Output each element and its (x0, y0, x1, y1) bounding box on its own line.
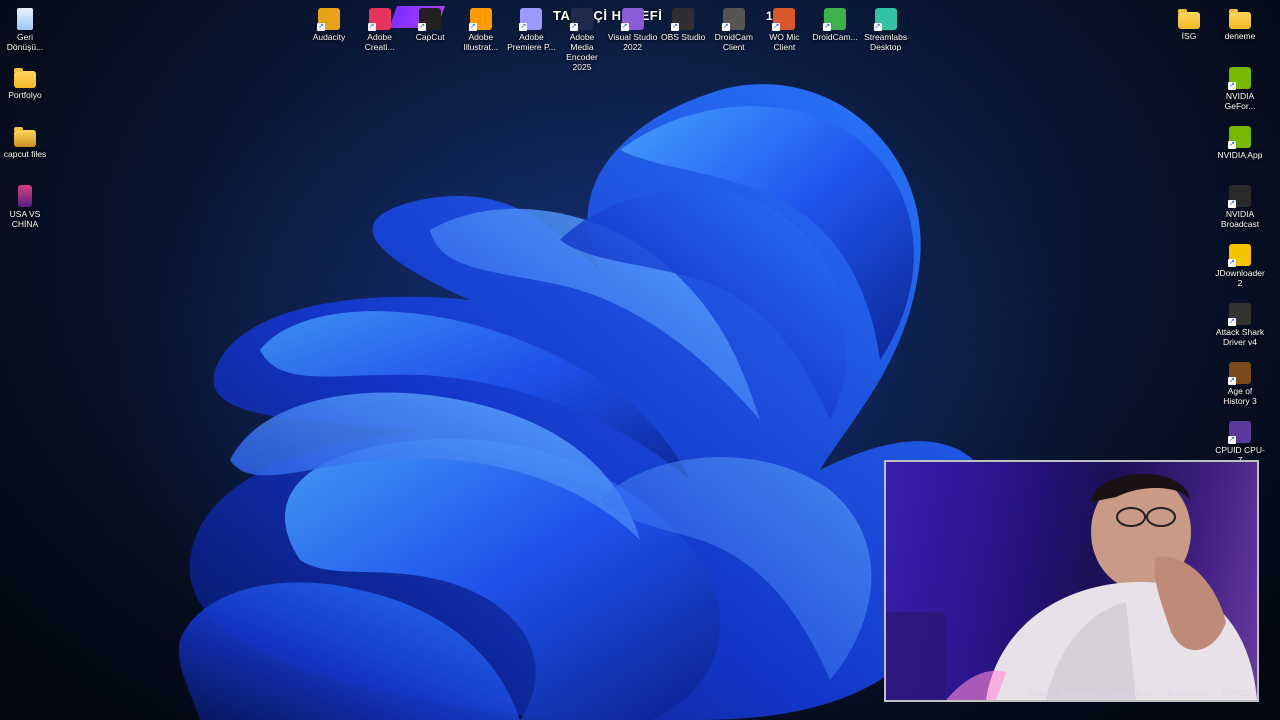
desktop-icon-adobe-media-encoder[interactable]: Adobe Media Encoder 2025 (557, 2, 607, 72)
adobe-illustrator-icon (468, 8, 492, 31)
nvidia-broadcast-icon (1228, 185, 1251, 208)
desktop-icon-label: Adobe Premiere P... (507, 32, 556, 52)
desktop-icon-label: OBS Studio (660, 32, 706, 42)
video-file-icon (18, 185, 32, 207)
desktop-icon-label: Geri Dönüşü... (6, 32, 44, 52)
desktop-icon-label: Adobe Creati... (364, 32, 395, 52)
desktop-icon-label: NVIDIA GeFor... (1224, 91, 1256, 111)
desktop-icon-label: CapCut (415, 32, 445, 42)
streamer-silhouette (886, 473, 1257, 700)
desktop-icon-label: Age of History 3 (1223, 386, 1257, 406)
capcut-icon (418, 8, 442, 31)
desktop-icon-streamlabs[interactable]: Streamlabs Desktop (861, 2, 911, 52)
visual-studio-icon (620, 8, 644, 31)
desktop-icon-age-of-history[interactable]: Age of History 3 (1215, 356, 1265, 406)
desktop-icon-label: JDownloader 2 (1215, 268, 1265, 288)
desktop-icon-label: capcut files (3, 149, 47, 159)
folder-icon (1229, 9, 1251, 29)
desktop-icon-label: Streamlabs Desktop (864, 32, 908, 52)
webcam-bottom-bar: Crate Launcher Launcher v2 Backrooms FC™25 (886, 686, 1257, 700)
desktop-icon-label: Adobe Illustrat... (463, 32, 499, 52)
droidcam-client-icon (721, 8, 745, 31)
desktop-icon-folder[interactable]: deneme (1215, 2, 1265, 41)
desktop-icon-label: DroidCam... (812, 32, 858, 42)
age-of-history-icon (1228, 362, 1251, 385)
desktop-icon-adobe-illustrator[interactable]: Adobe Illustrat... (456, 2, 506, 52)
desktop-icon-capcut[interactable]: CapCut (405, 2, 455, 42)
nvidia-app-icon (1228, 126, 1251, 149)
desktop-icon-jdownloader[interactable]: JDownloader 2 (1215, 238, 1265, 288)
desktop-icon-nvidia-app[interactable]: NVIDIA App (1215, 120, 1265, 160)
desktop-icon-nvidia-broadcast[interactable]: NVIDIA Broadcast (1215, 179, 1265, 229)
desktop-icon-wo-mic-client[interactable]: WO Mic Client (759, 2, 809, 52)
folder-icon (1178, 9, 1200, 29)
desktop-icon-visual-studio[interactable]: Visual Studio 2022 (608, 2, 658, 52)
webcam-bottom-label: Launcher v2 (1109, 688, 1154, 698)
webcam-bottom-label: FC™25 (1221, 688, 1249, 698)
desktop-icon-label: Audacity (312, 32, 346, 42)
desktop-icon-obs-studio[interactable]: OBS Studio (658, 2, 708, 42)
nvidia-geforce-icon (1228, 67, 1251, 90)
desktop-icon-folder[interactable]: İSG (1164, 2, 1214, 41)
desktop-icon-video-file[interactable]: USA VS CHİNA (0, 179, 50, 229)
desktop-icon-label: Visual Studio 2022 (607, 32, 658, 52)
attack-shark-driver-icon (1228, 303, 1251, 326)
desktop-icon-attack-shark-driver[interactable]: Attack Shark Driver v4 (1215, 297, 1265, 347)
folder-icon (14, 68, 36, 88)
cpu-z-icon (1228, 421, 1251, 444)
desktop-icon-label: USA VS CHİNA (9, 209, 41, 229)
wo-mic-client-icon (772, 8, 796, 31)
desktop-icon-label: WO Mic Client (769, 32, 800, 52)
desktop-icon-label: deneme (1224, 31, 1256, 41)
recycle-bin-icon (17, 8, 33, 30)
webcam-bottom-label: Crate (1028, 688, 1049, 698)
jdownloader-icon (1228, 244, 1251, 267)
webcam-bottom-label: Launcher (1062, 688, 1096, 698)
desktop-icon-label: Adobe Media Encoder 2025 (566, 32, 598, 72)
desktop-icon-audacity[interactable]: Audacity (304, 2, 354, 42)
desktop-icon-label: Attack Shark Driver v4 (1215, 327, 1265, 347)
desktop-icon-label: DroidCam Client (714, 32, 753, 52)
audacity-icon (317, 8, 340, 31)
droidcam-icon (823, 8, 846, 31)
desktop-icon-label: Portfolyo (8, 90, 42, 100)
adobe-creative-cloud-icon (367, 8, 391, 31)
desktop-icon-folder[interactable]: Portfolyo (0, 61, 50, 100)
desktop-icon-adobe-premiere[interactable]: Adobe Premiere P... (506, 2, 556, 52)
webcam-bottom-label: Backrooms (1167, 688, 1208, 698)
desktop-icon-folder[interactable]: capcut files (0, 120, 50, 159)
desktop-icon-adobe-creative-cloud[interactable]: Adobe Creati... (355, 2, 405, 52)
folder-icon (14, 127, 36, 147)
adobe-media-encoder-icon (570, 8, 593, 31)
streamlabs-icon (873, 8, 897, 31)
desktop-icon-droidcam-client[interactable]: DroidCam Client (709, 2, 759, 52)
desktop-icon-label: İSG (1181, 31, 1197, 41)
obs-studio-icon (671, 8, 695, 31)
desktop-icon-recycle-bin[interactable]: Geri Dönüşü... (0, 2, 50, 52)
desktop-icon-label: NVIDIA Broadcast (1220, 209, 1260, 229)
adobe-premiere-icon (519, 8, 543, 31)
desktop-icon-nvidia-geforce[interactable]: NVIDIA GeFor... (1215, 61, 1265, 111)
desktop-icon-cpu-z[interactable]: CPUID CPU-Z (1215, 415, 1265, 465)
webcam-overlay: Crate Launcher Launcher v2 Backrooms FC™25 (884, 460, 1259, 702)
desktop-icon-droidcam[interactable]: DroidCam... (810, 2, 860, 42)
desktop-icon-label: NVIDIA App (1217, 150, 1263, 160)
